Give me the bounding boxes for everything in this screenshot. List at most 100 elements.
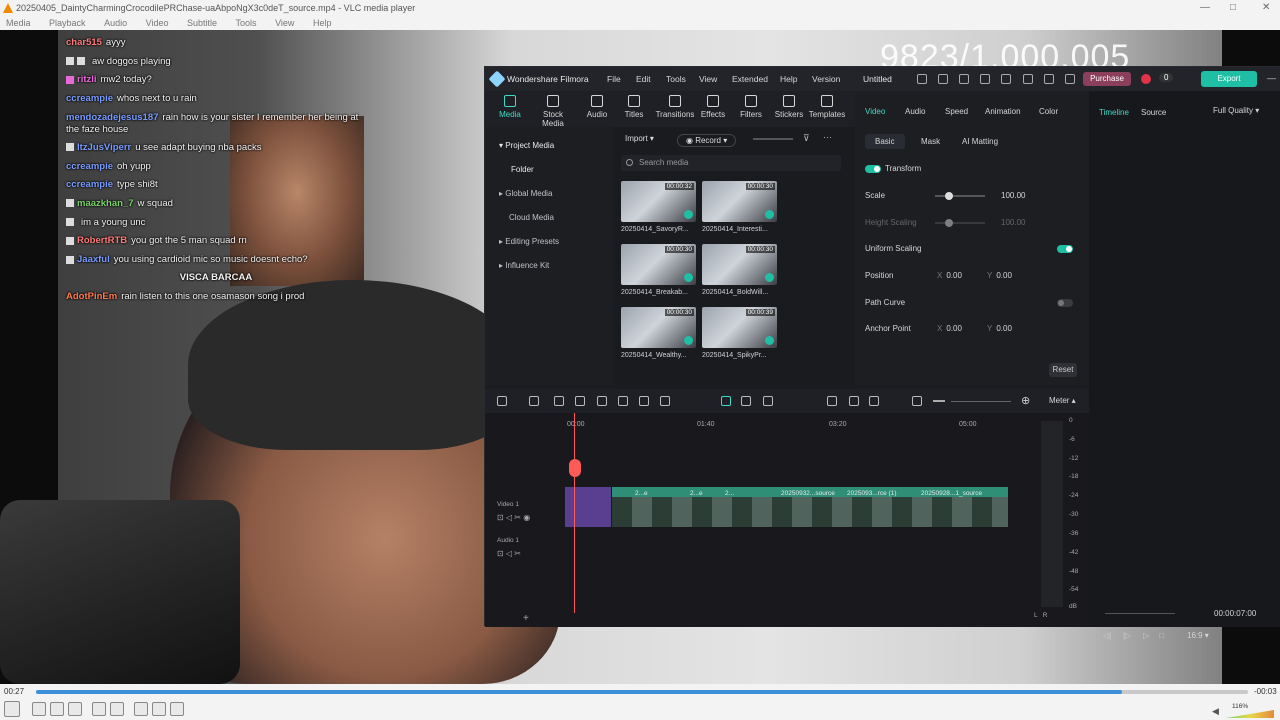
menu-view[interactable]: View bbox=[275, 18, 294, 28]
audio-track-controls-icon[interactable]: ⊡ ◁ ✂ bbox=[497, 549, 521, 558]
menu-playback[interactable]: Playback bbox=[49, 18, 86, 28]
grid-icon[interactable] bbox=[497, 396, 507, 406]
tab-video[interactable]: Video bbox=[865, 107, 885, 116]
media-thumb[interactable]: 00:00:30 20250414_Wealthy... bbox=[621, 307, 696, 369]
headset-icon[interactable] bbox=[1044, 74, 1054, 84]
shuffle-icon[interactable] bbox=[170, 702, 184, 716]
play-button[interactable] bbox=[4, 701, 20, 717]
minimize-icon[interactable]: — bbox=[1267, 73, 1276, 83]
loop-icon[interactable] bbox=[152, 702, 166, 716]
media-thumb[interactable]: 00:00:39 20250414_SpikyPr... bbox=[702, 307, 777, 369]
lib-project-media[interactable]: ▾ Project Media bbox=[499, 141, 554, 150]
redo-icon[interactable] bbox=[575, 396, 585, 406]
lib-global-media[interactable]: ▸ Global Media bbox=[499, 189, 552, 198]
f-menu-help[interactable]: Help bbox=[780, 74, 797, 84]
credits-counter[interactable]: 0 bbox=[1159, 73, 1174, 82]
f-menu-edit[interactable]: Edit bbox=[636, 74, 651, 84]
previous-icon[interactable] bbox=[32, 702, 46, 716]
anchor-y[interactable]: Y 0.00 bbox=[987, 324, 1012, 333]
tab-animation[interactable]: Animation bbox=[985, 107, 1021, 116]
menu-tools[interactable]: Tools bbox=[236, 18, 257, 28]
aspect-ratio-select[interactable]: 16:9 ▾ bbox=[1187, 631, 1209, 640]
maximize-icon[interactable]: □ bbox=[1230, 0, 1236, 16]
shield-icon[interactable] bbox=[827, 396, 837, 406]
play-icon[interactable]: ▷ bbox=[1143, 631, 1149, 640]
zoom-out-icon[interactable] bbox=[933, 400, 945, 402]
avatar[interactable] bbox=[1141, 74, 1151, 84]
monitor-icon[interactable] bbox=[980, 74, 990, 84]
subtab-basic[interactable]: Basic bbox=[865, 134, 905, 149]
crop-icon[interactable] bbox=[639, 396, 649, 406]
prev-frame-icon[interactable]: ◁| bbox=[1103, 631, 1111, 640]
export-frame-icon[interactable] bbox=[763, 396, 773, 406]
tool-media[interactable]: Media bbox=[490, 95, 530, 119]
playlist-icon[interactable] bbox=[134, 702, 148, 716]
import-button[interactable]: Import ▾ bbox=[625, 134, 654, 143]
seek-bar[interactable] bbox=[36, 690, 1248, 694]
f-menu-tools[interactable]: Tools bbox=[666, 74, 686, 84]
timeline[interactable]: 00:00 01:40 03:20 05:00 2...e 2...e 2...… bbox=[485, 413, 1089, 627]
purchase-button[interactable]: Purchase bbox=[1083, 72, 1131, 86]
lib-folder[interactable]: Folder bbox=[511, 165, 534, 174]
lib-cloud-media[interactable]: Cloud Media bbox=[509, 213, 554, 222]
menu-help[interactable]: Help bbox=[313, 18, 332, 28]
tool-effects[interactable]: Effects bbox=[693, 95, 733, 119]
fullscreen-icon[interactable] bbox=[92, 702, 106, 716]
search-input[interactable]: Search media bbox=[621, 155, 841, 171]
volume-slider[interactable] bbox=[1226, 710, 1274, 718]
position-y[interactable]: Y 0.00 bbox=[987, 271, 1012, 280]
f-menu-view[interactable]: View bbox=[699, 74, 717, 84]
filter-icon[interactable]: ⊽ bbox=[803, 133, 810, 144]
add-track-icon[interactable]: + bbox=[523, 613, 529, 624]
path-curve-toggle[interactable] bbox=[1057, 299, 1073, 307]
cloud-icon[interactable] bbox=[1023, 74, 1033, 84]
subtab-mask[interactable]: Mask bbox=[921, 137, 940, 146]
save-icon[interactable] bbox=[1001, 74, 1011, 84]
f-menu-version[interactable]: Version bbox=[812, 74, 840, 84]
audio-mixer-icon[interactable] bbox=[869, 396, 879, 406]
layout-icon[interactable] bbox=[959, 74, 969, 84]
send-icon[interactable] bbox=[938, 74, 948, 84]
more-icon[interactable]: ··· bbox=[823, 132, 832, 142]
lib-influence-kit[interactable]: ▸ Influence Kit bbox=[499, 261, 549, 270]
thumb-size-slider[interactable] bbox=[753, 138, 793, 140]
apps-icon[interactable] bbox=[1065, 74, 1075, 84]
reset-button[interactable]: Reset bbox=[1049, 363, 1077, 377]
record-button[interactable]: ◉ Record ▾ bbox=[677, 134, 737, 147]
snap-icon[interactable] bbox=[741, 396, 751, 406]
select-icon[interactable] bbox=[529, 396, 539, 406]
tab-color[interactable]: Color bbox=[1039, 107, 1058, 116]
menu-video[interactable]: Video bbox=[146, 18, 169, 28]
pip-icon[interactable] bbox=[912, 396, 922, 406]
speaker-icon[interactable]: ◀ bbox=[1212, 706, 1219, 717]
scale-value[interactable]: 100.00 bbox=[1001, 191, 1025, 200]
zoom-slider[interactable] bbox=[951, 401, 1011, 402]
delete-icon[interactable] bbox=[597, 396, 607, 406]
f-menu-extended[interactable]: Extended bbox=[732, 74, 768, 84]
text-icon[interactable] bbox=[660, 396, 670, 406]
subtab-ai-matting[interactable]: AI Matting bbox=[962, 137, 998, 146]
tool-stickers[interactable]: Stickers bbox=[769, 95, 809, 119]
tab-timeline[interactable]: Timeline bbox=[1099, 108, 1129, 117]
ai-icon[interactable] bbox=[721, 396, 731, 406]
tool-filters[interactable]: Filters bbox=[731, 95, 771, 119]
media-thumb[interactable]: 00:00:30 20250414_Breakab... bbox=[621, 244, 696, 306]
split-icon[interactable] bbox=[618, 396, 628, 406]
uniform-scaling-toggle[interactable] bbox=[1057, 245, 1073, 253]
position-x[interactable]: X 0.00 bbox=[937, 271, 962, 280]
menu-media[interactable]: Media bbox=[6, 18, 31, 28]
next-icon[interactable] bbox=[68, 702, 82, 716]
track-controls-icon[interactable]: ⊡ ◁ ✂ ◉ bbox=[497, 513, 530, 522]
stop-icon[interactable]: □ bbox=[1159, 631, 1164, 640]
media-thumb[interactable]: 00:00:30 20250414_BoldWill... bbox=[702, 244, 777, 306]
tool-transitions[interactable]: Transitions bbox=[655, 95, 695, 119]
f-menu-file[interactable]: File bbox=[607, 74, 621, 84]
playhead-handle[interactable] bbox=[569, 459, 581, 477]
undo-icon[interactable] bbox=[554, 396, 564, 406]
meter-button[interactable]: Meter ▴ bbox=[1049, 396, 1076, 405]
quality-select[interactable]: Full Quality ▾ bbox=[1213, 106, 1259, 115]
tab-source[interactable]: Source bbox=[1141, 108, 1166, 117]
tool-titles[interactable]: Titles bbox=[614, 95, 654, 119]
tool-stock-media[interactable]: Stock Media bbox=[533, 95, 573, 128]
tool-audio[interactable]: Audio bbox=[577, 95, 617, 119]
